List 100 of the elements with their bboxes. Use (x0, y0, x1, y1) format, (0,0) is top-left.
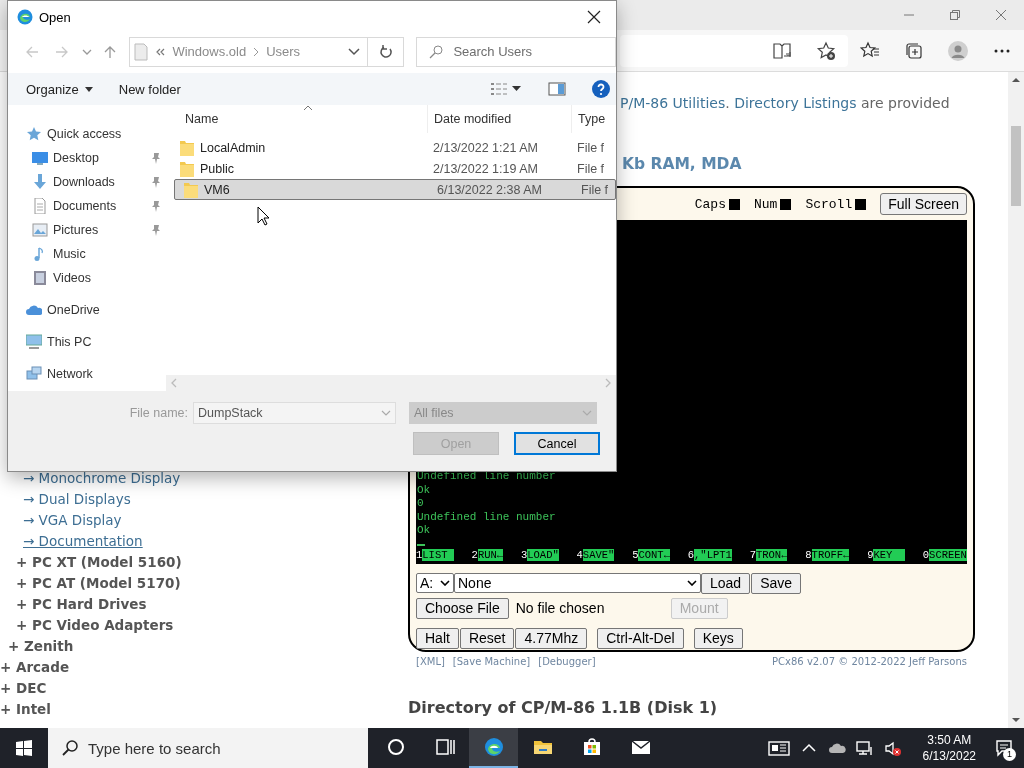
file-name: LocalAdmin (200, 140, 266, 155)
credit-text: PCx86 v2.07 © 2012-2022 Jeff Parsons (772, 656, 967, 667)
chevron-down-icon[interactable] (348, 47, 361, 56)
nav-pane-item[interactable]: Downloads (8, 170, 166, 194)
notification-count: 1 (1003, 748, 1016, 761)
search-field[interactable]: Search Users (416, 36, 616, 67)
control-button[interactable]: Halt (416, 627, 459, 649)
drive-icon (134, 42, 149, 61)
nav-link[interactable]: → Documentation (23, 533, 143, 549)
address-bar[interactable]: Windows.old Users (129, 36, 405, 67)
full-screen-button[interactable]: Full Screen (880, 193, 967, 215)
nav-item[interactable]: + Zenith (8, 638, 74, 654)
function-key-label: 2RUN← (471, 548, 504, 562)
star-icon (26, 126, 42, 142)
column-header[interactable]: Name (166, 105, 427, 133)
nav-link[interactable]: → VGA Display (23, 512, 122, 528)
nav-item[interactable]: + PC XT (Model 5160) (16, 554, 182, 570)
download-arrow-icon (32, 174, 48, 190)
add-favorite-icon[interactable] (816, 40, 836, 61)
file-row[interactable]: Public 2/13/2022 1:19 AM File f (174, 158, 616, 179)
file-row[interactable]: VM6 6/13/2022 2:38 AM File f (174, 179, 616, 200)
file-date: 6/13/2022 2:38 AM (436, 182, 543, 197)
network-icon[interactable] (855, 739, 874, 757)
help-icon[interactable] (592, 80, 610, 98)
indicator-label: Caps (694, 196, 726, 212)
dialog-title: Open (39, 9, 72, 25)
nav-pane-item[interactable]: Pictures (8, 218, 166, 242)
nav-pane-item[interactable]: Quick access (8, 122, 166, 146)
nav-link[interactable]: → Dual Displays (23, 491, 131, 507)
drive-select[interactable]: A: (416, 573, 454, 593)
nav-item[interactable]: + PC Video Adapters (16, 617, 174, 633)
screen-text: Ok (416, 524, 432, 538)
read-aloud-icon[interactable] (772, 40, 792, 61)
overflow-chevron-icon[interactable] (155, 46, 166, 57)
breadcrumb[interactable]: Users (266, 44, 301, 59)
clock-time: 3:50 AM (927, 732, 972, 748)
control-button[interactable]: Reset (459, 627, 515, 649)
network-icon (26, 366, 42, 382)
link[interactable]: P/M-86 Utilities (620, 95, 726, 111)
caret-icon[interactable] (512, 86, 522, 92)
dialog-button[interactable]: Cancel (514, 432, 600, 455)
control-button[interactable]: 4.77Mhz (515, 627, 588, 649)
chevron-down-icon (582, 409, 592, 416)
nav-item[interactable]: + PC Hard Drives (16, 596, 147, 612)
toolbar-button[interactable]: New folder (112, 76, 187, 102)
nav-pane-item[interactable]: Network (8, 362, 166, 386)
toolbar-button[interactable]: Organize (20, 76, 99, 102)
footer-link[interactable]: [XML] (416, 656, 445, 667)
column-header[interactable]: Type (571, 105, 616, 133)
start-icon[interactable] (16, 740, 32, 756)
link[interactable]: Directory Listings (734, 95, 857, 111)
nav-item[interactable]: + PC AT (Model 5170) (16, 575, 181, 591)
nav-link[interactable]: → Monochrome Display (23, 470, 181, 486)
nav-pane-item[interactable]: Desktop (8, 146, 166, 170)
document-icon (32, 198, 48, 214)
file-row[interactable]: LocalAdmin 2/13/2022 1:21 AM File f (174, 137, 616, 158)
footer-link[interactable]: [Save Machine] (452, 656, 531, 667)
breadcrumb[interactable]: Windows.old (172, 44, 247, 59)
control-button[interactable]: Ctrl-Alt-Del (597, 627, 684, 649)
folder-icon (180, 160, 194, 177)
footer-link[interactable]: [Debugger] (538, 656, 596, 667)
collections-icon[interactable] (904, 40, 924, 61)
breadcrumb-separator-icon (253, 46, 260, 57)
function-key-label: 8TROFF← (805, 548, 850, 562)
restore-icon[interactable] (949, 9, 961, 21)
taskbar-search-field[interactable]: Type here to search (48, 728, 368, 768)
desktop-icon (32, 150, 48, 166)
task-view-icon (434, 737, 455, 757)
function-key-label: 6,"LPT1 (687, 548, 732, 562)
news-icon[interactable] (767, 739, 790, 757)
nav-pane-item[interactable]: This PC (8, 330, 166, 354)
chevron-down-icon (687, 580, 697, 586)
control-button[interactable]: Keys (693, 627, 743, 649)
nav-item[interactable]: + Arcade (0, 659, 70, 675)
nav-item[interactable]: + Intel (0, 701, 51, 717)
search-icon (429, 44, 444, 59)
scrollbar-thumb[interactable] (1011, 126, 1021, 206)
refresh-icon[interactable] (378, 44, 393, 59)
nav-item[interactable]: + DEC (0, 680, 47, 696)
up-arrow-icon[interactable] (102, 44, 117, 59)
disk-button[interactable]: Save (751, 572, 802, 594)
profile-avatar-icon[interactable] (948, 40, 968, 61)
preview-pane-icon[interactable] (548, 82, 566, 96)
file-type: File f (576, 161, 606, 176)
notifications-icon[interactable] (995, 739, 1013, 757)
volume-muted-icon[interactable] (883, 739, 902, 757)
nav-pane-item[interactable]: Music (8, 242, 166, 266)
nav-pane-item[interactable]: Videos (8, 266, 166, 290)
search-icon (62, 740, 78, 756)
browser-icon (483, 737, 504, 757)
function-key-label: 9KEY (867, 548, 905, 562)
disk-select[interactable]: None (454, 573, 701, 593)
column-header[interactable]: Date modified (427, 105, 571, 133)
nav-pane-item[interactable]: Documents (8, 194, 166, 218)
picture-icon (32, 222, 48, 238)
file-name-field[interactable]: DumpStack (193, 401, 396, 424)
disk-button[interactable]: Load (701, 572, 751, 594)
choose-file-button[interactable]: Choose File (416, 597, 509, 619)
nav-pane-item[interactable]: OneDrive (8, 298, 166, 322)
close-icon[interactable] (587, 10, 601, 24)
